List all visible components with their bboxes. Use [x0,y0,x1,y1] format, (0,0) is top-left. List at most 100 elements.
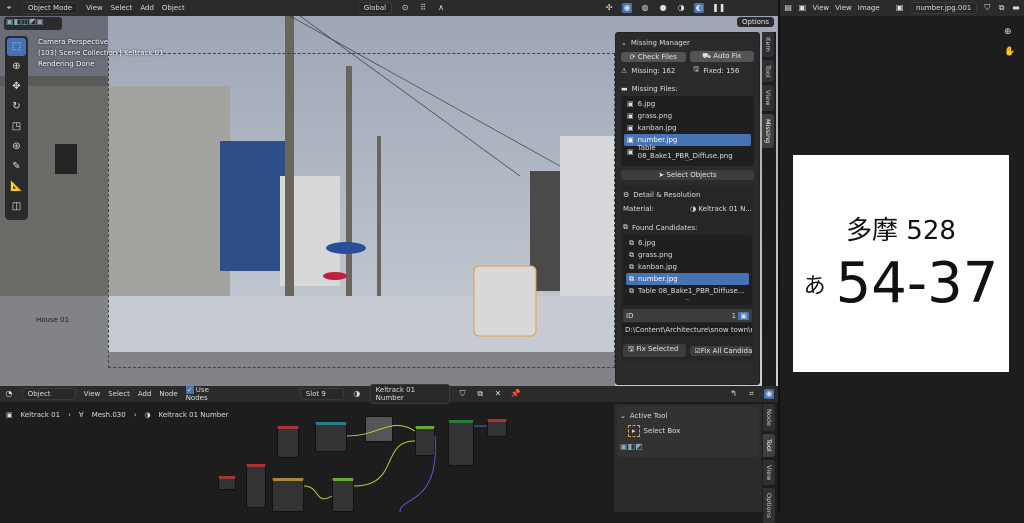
annotate-tool[interactable]: ✎ [7,158,26,176]
save-icon: 🖫 [693,65,700,73]
menu-add[interactable]: Add [140,4,154,12]
use-nodes-checkbox[interactable]: ✓ Use Nodes [185,386,232,402]
slot-dropdown[interactable]: Slot 9 [299,388,344,400]
parent-icon[interactable]: ↰ [729,389,739,399]
editor-type-icon[interactable]: ⌖ [4,3,14,13]
selection-mode-icons[interactable]: ▣◧◩ [620,440,756,453]
snap-icon[interactable]: ⠿ [418,3,428,13]
image-icon: ▣ [627,136,634,144]
tab-missing[interactable]: Missing [762,113,774,149]
tab-view[interactable]: View [763,459,775,486]
image-name-field[interactable]: number.jpg.001 [909,2,978,14]
zoom-icon[interactable]: ⊕ [1004,22,1015,42]
tab-item[interactable]: Item [762,32,774,57]
tab-node[interactable]: Node [763,404,775,431]
missing-files-list[interactable]: ▣ 6.jpg ▣ grass.png ▣ kanban.jpg ▣ number.jp… [621,96,754,166]
select-box-tool[interactable]: ⬚ [7,38,26,56]
candidate-name: number.jpg [638,275,678,283]
list-item-selected[interactable]: ⧉ number.jpg [626,273,749,285]
auto-fix-button[interactable]: ⛟ Auto Fix [689,51,754,62]
overlay-icon[interactable]: ◉ [764,389,774,399]
menu-view[interactable]: View [86,4,103,12]
candidates-list[interactable]: ⧉ 6.jpg ⧉ grass.png ⧉ kanban.jpg ⧉ number.jp… [623,235,752,305]
add-cube-tool[interactable]: ◫ [7,198,26,216]
fix-selected-label: Fix Selected [636,345,679,353]
list-item[interactable]: ⧉ 6.jpg [626,237,749,249]
pivot-icon[interactable]: ⊙ [400,3,410,13]
panel-header[interactable]: ⌄ Missing Manager [621,36,754,49]
id-field[interactable]: ID 1 ▣ [623,309,752,322]
new-material-icon[interactable]: ⧉ [475,389,485,399]
rendered-shading-icon[interactable]: ◐ [694,3,705,13]
measure-tool[interactable]: 📐 [7,178,26,196]
cursor-tool[interactable]: ⊕ [7,58,26,76]
wireframe-shading-icon[interactable]: ◍ [640,3,650,13]
menu-object[interactable]: Object [162,4,185,12]
select-objects-button[interactable]: ➤ Select Objects [621,170,754,180]
plate-region: 多摩 528 [846,216,956,246]
check-files-label: Check Files [637,52,677,61]
list-item[interactable]: ⧉ Table 08_Bake1_PBR_Diffuse... [626,285,749,297]
list-item[interactable]: ▣ 6.jpg [624,98,751,110]
tab-tool[interactable]: Tool [763,433,775,457]
chevron-right-icon: › [68,411,71,419]
options-dropdown[interactable]: Options [737,17,775,27]
new-image-icon[interactable]: ⧉ [998,3,1006,13]
list-resize-handle[interactable]: ⋯ [626,297,749,303]
selection-mode-icons[interactable]: ▣◧◫◩▣ [4,17,62,30]
list-item[interactable]: ⧉ kanban.jpg [626,261,749,273]
material-shading-icon[interactable]: ◑ [676,3,686,13]
open-folder-icon[interactable]: ▬ [1012,3,1020,13]
gizmo-icon[interactable]: ✣ [604,3,614,13]
proportional-edit-icon[interactable]: ∧ [436,3,446,13]
menu-node[interactable]: Node [159,390,177,398]
list-item[interactable]: ▣ Table 08_Bake1_PBR_Diffuse.png [624,144,751,160]
menu-select[interactable]: Select [108,390,130,398]
path-field[interactable]: D:\Content\Architecture\snow town\nu... [623,323,752,336]
object-icon: ▣ [6,411,13,419]
fake-user-icon[interactable]: ⛉ [983,3,991,13]
tab-tool[interactable]: Tool [762,59,774,83]
image-nav-gizmo[interactable]: ⊕ ✋ [1004,22,1015,62]
list-item[interactable]: ⧉ grass.png [626,249,749,261]
menu-view[interactable]: View [84,390,101,398]
rotate-tool[interactable]: ↻ [7,98,26,116]
snap-icon[interactable]: ⌗ [747,389,757,399]
object-type-dropdown[interactable]: Object [21,388,76,400]
pan-icon[interactable]: ✋ [1004,42,1015,62]
menu-select[interactable]: Select [111,4,133,12]
image-browse-icon[interactable]: ▣ [896,3,904,13]
tab-view[interactable]: View [762,85,774,111]
list-item[interactable]: ▣ grass.png [624,110,751,122]
close-icon[interactable]: ✕ [493,389,503,399]
fix-selected-button[interactable]: 🖫 Fix Selected [623,344,686,357]
view-mode-dropdown[interactable]: View [813,4,830,12]
editor-type-icon[interactable]: ▤ [784,3,792,13]
pin-icon[interactable]: 📌 [511,389,521,399]
image-icon[interactable]: ▣ [738,311,749,320]
menu-image[interactable]: Image [858,4,880,12]
breadcrumb-material: Keltrack 01 Number [158,411,229,419]
editor-type-icon[interactable]: ◔ [4,389,14,399]
overlay-icon[interactable]: ◉ [622,3,633,13]
list-item[interactable]: ▣ kanban.jpg [624,122,751,134]
menu-view[interactable]: View [835,4,852,12]
check-files-button[interactable]: ⟳ Check Files [621,51,686,62]
pause-icon[interactable]: ❚❚ [712,3,725,13]
transform-tool[interactable]: ⊛ [7,138,26,156]
object-label: House 01 [36,316,70,324]
material-field[interactable]: Keltrack 01 Number [369,384,450,404]
menu-add[interactable]: Add [138,390,152,398]
image-icon: ▣ [627,112,634,120]
orientation-dropdown[interactable]: Global [357,2,393,14]
image-icon[interactable]: ▣ [798,3,807,13]
solid-shading-icon[interactable]: ● [658,3,668,13]
fake-user-icon[interactable]: ⛉ [458,389,468,399]
move-tool[interactable]: ✥ [7,78,26,96]
mode-dropdown[interactable]: Object Mode [22,2,79,14]
tab-options[interactable]: Options [763,488,775,523]
material-icon[interactable]: ◑ [352,389,362,399]
plate-number: 54-37 [835,251,999,316]
fix-all-button[interactable]: ☑Fix All Candidat... [689,345,752,356]
scale-tool[interactable]: ◳ [7,118,26,136]
